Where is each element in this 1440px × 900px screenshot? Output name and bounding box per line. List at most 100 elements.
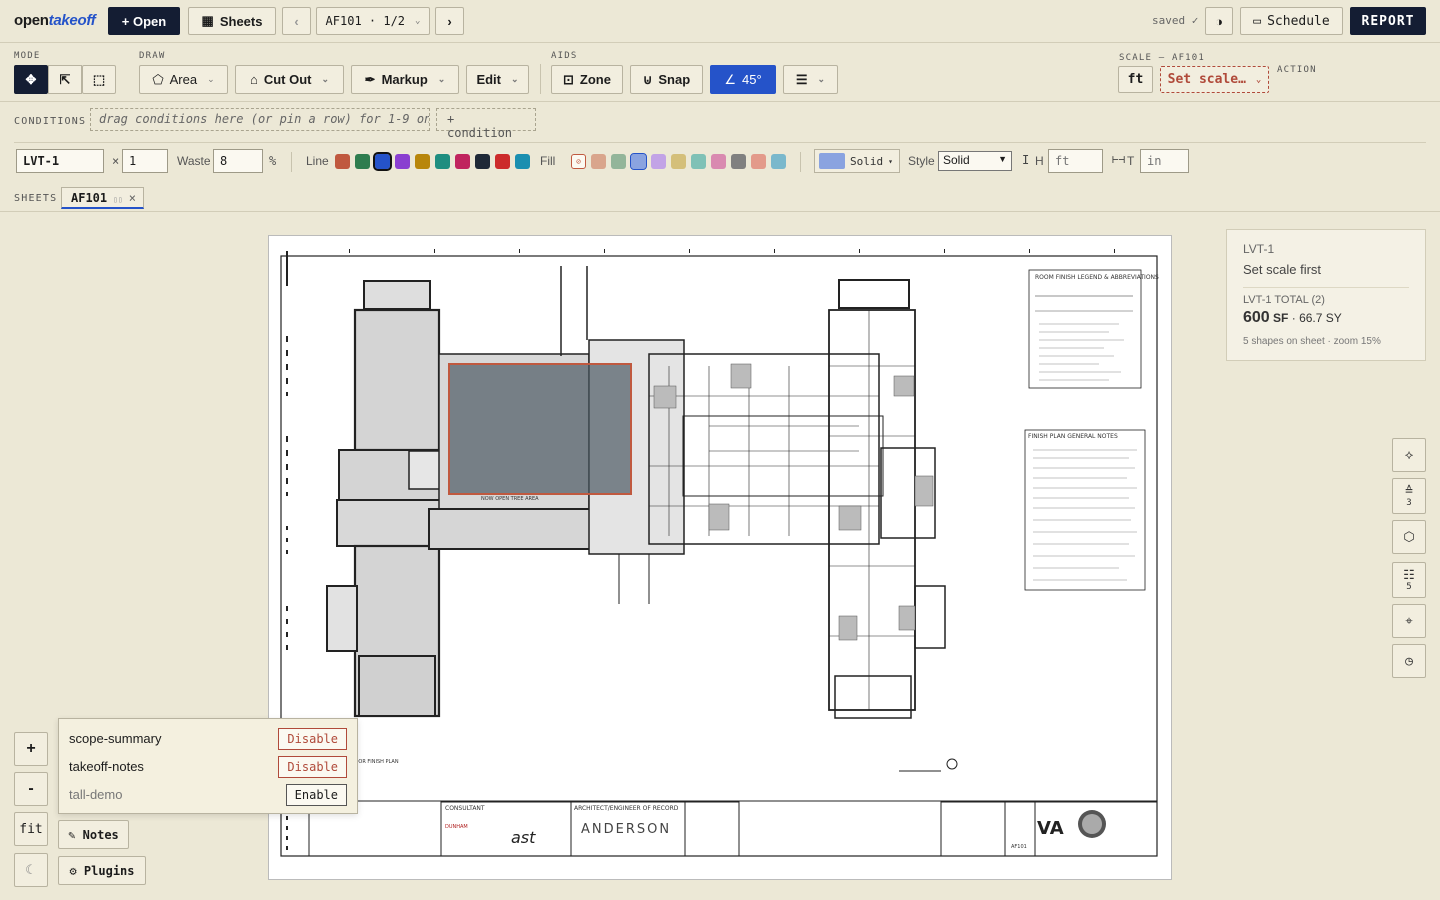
line-color-swatch[interactable]: [355, 154, 370, 169]
theme-toggle[interactable]: ◑: [1205, 7, 1233, 35]
close-icon[interactable]: ×: [129, 191, 136, 205]
prev-sheet-button[interactable]: ‹: [282, 7, 311, 35]
line-color-swatch[interactable]: [455, 154, 470, 169]
locate-button[interactable]: ⌖: [1392, 604, 1426, 638]
card-status: Set scale first: [1243, 262, 1322, 277]
chevron-left-icon: ‹: [294, 13, 299, 29]
measurement-card: LVT-1 Set scale first LVT-1 TOTAL (2) 60…: [1226, 229, 1426, 361]
fill-color-swatch[interactable]: [611, 154, 626, 169]
area-tool-button[interactable]: ⬠ Area ⌄: [139, 65, 228, 94]
va-logo: VA: [1037, 818, 1064, 839]
cutout-tool-button[interactable]: ⌂ Cut Out ⌄: [235, 65, 344, 94]
fill-color-swatch[interactable]: [630, 153, 647, 170]
aids-label: AIDS: [551, 51, 578, 61]
scale-unit-button[interactable]: ft: [1118, 66, 1153, 93]
zoom-in-button[interactable]: +: [14, 732, 48, 766]
save-status: saved ✓: [1152, 14, 1199, 27]
set-scale-button[interactable]: Set scale… ⌄: [1160, 66, 1269, 93]
takeoff-area-shape[interactable]: [448, 363, 632, 495]
area-tag: NOW OPEN TREE AREA: [481, 496, 539, 502]
zone-button[interactable]: ⊡ Zone: [551, 65, 623, 94]
line-style-select[interactable]: Solid ▼: [938, 151, 1012, 171]
consultant-title: CONSULTANT: [445, 805, 485, 812]
plugin-toggle-button[interactable]: Disable: [278, 756, 347, 778]
mode-label: MODE: [14, 51, 41, 61]
fill-color-swatch[interactable]: [591, 154, 606, 169]
fill-color-swatch[interactable]: [711, 154, 726, 169]
no-fill-swatch[interactable]: ⊘: [571, 154, 586, 169]
markup-tool-button[interactable]: ✒ Markup ⌄: [351, 65, 459, 94]
conditions-label: CONDITIONS: [14, 116, 87, 127]
clock-icon: ◷: [1405, 653, 1413, 669]
thickness-icon: ⊢⊣: [1112, 153, 1126, 166]
add-condition-button[interactable]: + condition: [436, 108, 536, 140]
plugin-toggle-button[interactable]: Enable: [285, 784, 347, 806]
architect-title: ARCHITECT/ENGINEER OF RECORD: [574, 805, 679, 812]
snap-button[interactable]: ⊍ Snap: [630, 65, 703, 94]
next-sheet-button[interactable]: ›: [435, 7, 464, 35]
sliders-icon: ☰: [795, 71, 808, 87]
line-color-swatch[interactable]: [495, 154, 510, 169]
plugins-button[interactable]: ⚙ Plugins: [58, 856, 146, 885]
sheets-button[interactable]: ▦ Sheets: [188, 7, 276, 35]
stack-icon: ≙: [1405, 484, 1413, 499]
fill-color-swatch[interactable]: [651, 154, 666, 169]
chevron-down-icon: ⌄: [415, 16, 421, 26]
fill-color-swatch[interactable]: [691, 154, 706, 169]
floor-plan-drawing: ROOM FINISH LEGEND & ABBREVIATIONS FINIS…: [280, 249, 1159, 857]
layers-button[interactable]: ≙ 3: [1392, 478, 1426, 514]
history-button[interactable]: ◷: [1392, 644, 1426, 678]
multiplier-sign: ×: [112, 154, 120, 168]
sheet-tab-af101[interactable]: AF101 ▯▯ ×: [61, 187, 144, 209]
height-input[interactable]: [1048, 149, 1103, 173]
line-color-swatch[interactable]: [373, 152, 392, 171]
hexagon-icon: ⬡: [1403, 529, 1415, 545]
schedule-icon: ▭: [1253, 13, 1262, 29]
multiplier-input[interactable]: [122, 149, 168, 173]
angle-snap-button[interactable]: ∠ 45°: [710, 65, 776, 94]
app-logo[interactable]: opentakeoff: [14, 12, 96, 29]
move-icon: ✥: [25, 71, 37, 87]
dark-mode-button[interactable]: ☾: [14, 853, 48, 887]
crosshair-icon: ⌖: [1405, 613, 1413, 629]
thickness-input[interactable]: [1140, 149, 1189, 173]
plugin-toggle-button[interactable]: Disable: [278, 728, 347, 750]
fill-pattern-select[interactable]: Solid ▾: [814, 149, 900, 173]
help-button[interactable]: ⬡: [1392, 520, 1426, 554]
top-bar: opentakeoff + Open ▦ Sheets ‹ AF101 · 1/2…: [0, 0, 1440, 43]
fill-color-swatch[interactable]: [751, 154, 766, 169]
sheet-number: AF101: [1011, 844, 1027, 850]
box-select-mode-button[interactable]: ⬚: [82, 65, 116, 94]
zoom-out-button[interactable]: -: [14, 772, 48, 806]
edit-menu-button[interactable]: Edit ⌄: [466, 65, 529, 94]
line-color-swatch[interactable]: [395, 154, 410, 169]
divider: [540, 64, 541, 94]
fill-color-swatch[interactable]: [771, 154, 786, 169]
height-label: H: [1035, 154, 1044, 168]
line-color-swatch[interactable]: [335, 154, 350, 169]
fill-color-swatch[interactable]: [731, 154, 746, 169]
fill-color-swatch[interactable]: [671, 154, 686, 169]
list-button[interactable]: ☷ 5: [1392, 562, 1426, 598]
conditions-dropzone[interactable]: drag conditions here (or pin a row) for …: [90, 108, 430, 131]
report-button[interactable]: REPORT: [1350, 7, 1426, 35]
line-color-swatch[interactable]: [515, 154, 530, 169]
sheet-select[interactable]: AF101 · 1/2 ⌄: [316, 7, 430, 35]
select-mode-button[interactable]: ⇱: [48, 65, 82, 94]
line-color-swatch[interactable]: [415, 154, 430, 169]
north-arrow-button[interactable]: ⟡: [1392, 438, 1426, 472]
zoom-fit-button[interactable]: fit: [14, 812, 48, 846]
ast-logo: ast: [511, 828, 536, 847]
aids-settings-button[interactable]: ☰ ⌄: [783, 65, 838, 94]
notes-button[interactable]: ✎ Notes: [58, 820, 129, 849]
line-color-swatch[interactable]: [435, 154, 450, 169]
open-button[interactable]: + Open: [108, 7, 180, 35]
plugin-name: takeoff-notes: [69, 759, 144, 774]
condition-name-input[interactable]: [16, 149, 104, 173]
pan-mode-button[interactable]: ✥: [14, 65, 48, 94]
tool-row: MODE ✥ ⇱ ⬚ DRAW ⬠ Area ⌄ ⌂ Cut Out ⌄ ✒ Markup…: [0, 44, 1440, 102]
waste-input[interactable]: [213, 149, 263, 173]
drawing-sheet[interactable]: ROOM FINISH LEGEND & ABBREVIATIONS FINIS…: [268, 235, 1172, 880]
line-color-swatch[interactable]: [475, 154, 490, 169]
schedule-button[interactable]: ▭ Schedule: [1240, 7, 1343, 35]
